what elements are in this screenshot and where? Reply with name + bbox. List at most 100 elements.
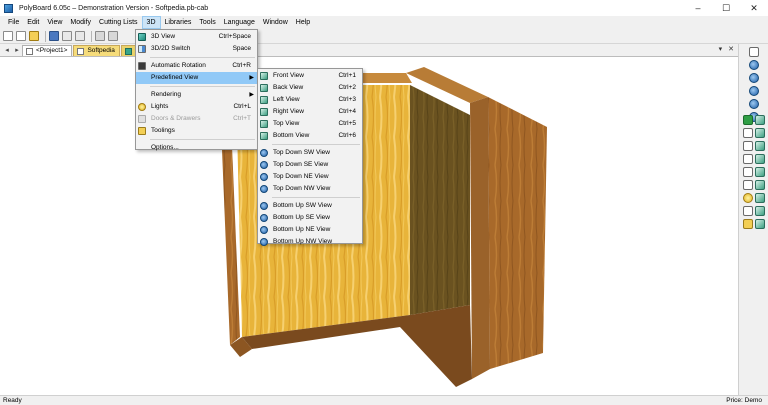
view-front-icon[interactable] [743,115,753,125]
open-folder-icon[interactable] [29,31,39,41]
top-down-ne-icon [260,173,268,181]
close-panel-icon[interactable] [749,47,759,57]
new-file-icon[interactable] [3,31,13,41]
doors-drawers-icon[interactable] [743,206,753,216]
cabinet-3d-render [222,67,547,387]
view-side-icon[interactable] [743,128,753,138]
view-right-icon[interactable] [755,141,765,151]
print-icon[interactable] [62,31,72,41]
view-bottom-icon[interactable] [743,167,753,177]
predefined-view-submenu: Front View Ctrl+1 Back View Ctrl+2 Left … [257,68,363,246]
menu-item-top-down-ne[interactable]: Top Down NE View [258,171,362,183]
save-icon[interactable] [49,31,59,41]
menu-item-3d-view[interactable]: 3D View Ctrl+Space [136,31,257,43]
zoom-out-icon[interactable] [749,73,759,83]
menu-item-bottom-up-ne[interactable]: Bottom Up NE View [258,224,362,236]
menu-help[interactable]: Help [292,16,314,29]
lights-icon[interactable] [743,193,753,203]
3d-viewport[interactable] [0,57,738,395]
menu-item-bottom-up-nw[interactable]: Bottom Up NW View [258,236,362,248]
bottom-up-se-icon [260,214,268,222]
menu-separator [272,197,360,198]
tab-scroll-left-icon[interactable]: ◂ [2,45,12,56]
rotation-icon [138,62,146,70]
menu-item-3d-2d-switch[interactable]: 3D/2D Switch Space [136,43,257,55]
new-project-icon[interactable] [16,31,26,41]
menu-separator [150,57,255,58]
view-ne-icon[interactable] [755,180,765,190]
menu-tools[interactable]: Tools [195,16,219,29]
menu-item-right-view[interactable]: Right View Ctrl+4 [258,106,362,118]
price-status: Price: Demo [726,397,762,404]
menu-item-front-view[interactable]: Front View Ctrl+1 [258,70,362,82]
toolings-icon[interactable] [743,219,753,229]
bulb-icon [138,103,146,111]
menu-item-back-view[interactable]: Back View Ctrl+2 [258,82,362,94]
menu-item-bottom-up-se[interactable]: Bottom Up SE View [258,212,362,224]
tab-close-icon[interactable]: ✕ [728,45,734,53]
menu-item-rendering[interactable]: Rendering ▶ [136,89,257,101]
menu-view[interactable]: View [43,16,66,29]
zoom-window-icon[interactable] [749,86,759,96]
menu-item-options[interactable]: Options... [136,142,257,154]
menu-item-automatic-rotation[interactable]: Automatic Rotation Ctrl+R [136,60,257,72]
bottom-up-sw-icon [260,202,268,210]
print-preview-icon[interactable] [75,31,85,41]
close-button[interactable]: ✕ [740,0,768,16]
right-view-icon [260,108,268,116]
menu-item-predefined-view[interactable]: Predefined View ▶ [136,72,257,84]
tab-softpedia[interactable]: Softpedia [73,45,120,56]
menu-file[interactable]: File [4,16,23,29]
top-down-nw-icon [260,185,268,193]
redo-icon[interactable] [108,31,118,41]
menu-item-lights[interactable]: Lights Ctrl+L [136,101,257,113]
tab-scroll-right-icon[interactable]: ▸ [12,45,22,56]
view-left-icon[interactable] [743,141,753,151]
left-panel-edge [222,145,240,345]
menu-window[interactable]: Window [259,16,292,29]
front-view-icon [260,72,268,80]
view-bottom-se-icon[interactable] [755,219,765,229]
view-3d-icon [138,33,146,41]
menu-item-top-view[interactable]: Top View Ctrl+5 [258,118,362,130]
menu-cutting-lists[interactable]: Cutting Lists [95,16,142,29]
tab-controls: ▾ ✕ [719,45,734,53]
top-view-icon [260,120,268,128]
zoom-all-icon[interactable] [749,99,759,109]
view-nw-icon[interactable] [755,193,765,203]
view-iso-icon[interactable] [755,115,765,125]
view-sw-icon[interactable] [755,154,765,164]
menu-item-left-view[interactable]: Left View Ctrl+3 [258,94,362,106]
view-bottom-sw-icon[interactable] [755,206,765,216]
zoom-in-icon[interactable] [749,60,759,70]
doors-drawers-icon [138,115,146,123]
menu-libraries[interactable]: Libraries [161,16,196,29]
menu-item-bottom-up-sw[interactable]: Bottom Up SW View [258,200,362,212]
window-title: PolyBoard 6.05c – Demonstration Version … [19,4,209,12]
menu-bar: File Edit View Modify Cutting Lists 3D L… [0,16,768,29]
back-view-icon [260,84,268,92]
undo-icon[interactable] [95,31,105,41]
menu-item-top-down-sw[interactable]: Top Down SW View [258,147,362,159]
view-top-icon[interactable] [755,128,765,138]
menu-3d[interactable]: 3D [141,16,161,29]
document-icon [26,47,33,55]
menu-item-top-down-nw[interactable]: Top Down NW View [258,183,362,195]
view-back-icon[interactable] [743,154,753,164]
menu-item-toolings[interactable]: Toolings [136,125,257,137]
menu-modify[interactable]: Modify [66,16,95,29]
menu-3d-dropdown: 3D View Ctrl+Space 3D/2D Switch Space Au… [135,29,258,151]
menu-language[interactable]: Language [220,16,259,29]
menu-separator [150,86,255,87]
tab-label: <Project1> [36,47,68,54]
menu-item-bottom-view[interactable]: Bottom View Ctrl+6 [258,130,362,142]
top-down-se-icon [260,161,268,169]
tab-project1[interactable]: <Project1> [22,45,73,56]
menu-edit[interactable]: Edit [23,16,43,29]
menu-item-top-down-se[interactable]: Top Down SE View [258,159,362,171]
tab-list-icon[interactable]: ▾ [719,45,723,53]
view-se-icon[interactable] [755,167,765,177]
maximize-button[interactable]: ☐ [712,0,740,16]
minimize-button[interactable]: – [684,0,712,16]
view-wire-icon[interactable] [743,180,753,190]
